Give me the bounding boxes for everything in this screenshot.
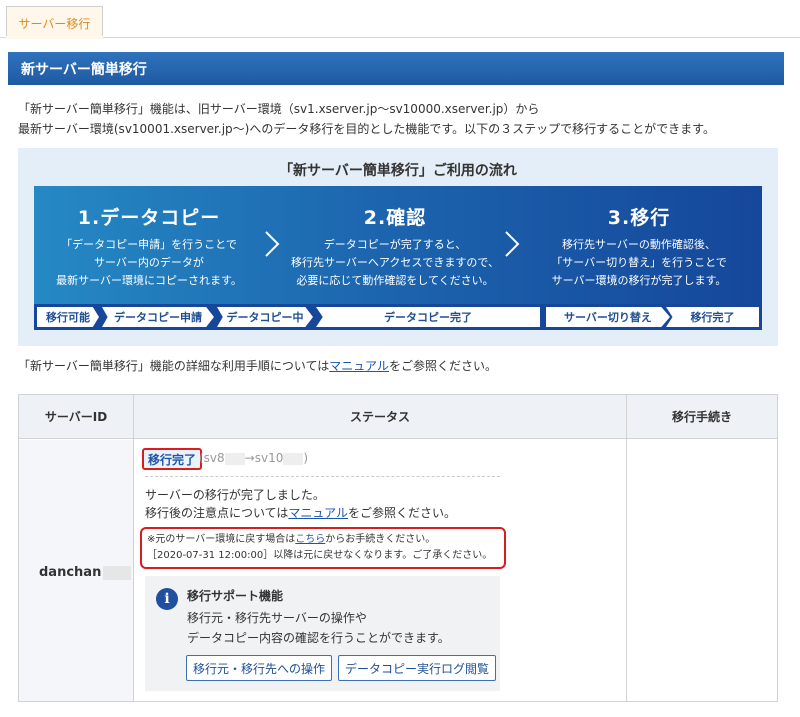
route-from: (sv8 [199,451,225,465]
step-title: 2.確認 [363,207,427,229]
tab-bar: サーバー移行 [0,0,800,39]
route-to: →sv10 [244,451,284,465]
intro-line-2: 最新サーバー環境(sv10001.xserver.jp～)へのデータ移行を目的と… [18,122,715,136]
stage-copy-complete: データコピー完了 [316,307,540,327]
done-line-2-prefix: 移行後の注意点については [145,506,289,520]
notice-suffix: からお手続きください。 [325,534,436,545]
page-title: 新サーバー簡単移行 [8,52,784,85]
migration-complete-message: サーバーの移行が完了しました。 移行後の注意点についてはマニュアルをご参照くださ… [145,486,456,522]
flow-title: 「新サーバー簡単移行」ご利用の流れ [279,163,517,179]
step-desc-line: サーバー環境の移行が完了します。 [551,274,727,287]
done-line-1: サーバーの移行が完了しました。 [145,488,325,502]
manual-link-notes[interactable]: マニュアル [288,506,348,520]
step-title: 3.移行 [607,207,671,229]
step-desc-line: 最新サーバー環境にコピーされます。 [56,274,242,287]
tab-label: サーバー移行 [18,16,91,31]
tab-server-migration[interactable]: サーバー移行 [6,6,103,39]
step-desc-line: 「データコピー申請」を行うことで [61,238,237,251]
info-icon: i [156,588,178,610]
revert-link[interactable]: こちら [295,534,325,545]
manual-suffix: をご参照ください。 [388,359,497,373]
support-title: 移行サポート機能 [187,589,284,603]
intro-line-1: 「新サーバー簡単移行」機能は、旧サーバー環境（sv1.xserver.jp～sv… [18,102,540,116]
notice-line-2: ［2020-07-31 12:00:00］以降は元に戻せなくなります。ご了承くだ… [147,550,493,561]
server-id: danchan [39,565,132,580]
done-line-2: 移行後の注意点についてはマニュアルをご参照ください。 [145,504,456,522]
notice-prefix: ※元のサーバー環境に戻す場合は [147,534,296,545]
migration-table: サーバーID ステータス 移行手続き danchan 移行完了 (sv8 →sv1… [18,394,778,702]
stage-copying: データコピー中 [217,307,313,327]
step-desc-line: 必要に応じて動作確認をしてください。 [296,274,494,287]
step-desc-line: 「サーバー切り替え」を行うことで [551,256,727,269]
header-procedure: 移行手続き [627,395,777,439]
step-desc-line: 移行先サーバーの動作確認後、 [562,238,716,251]
stage-server-switch: サーバー切り替え [546,307,670,327]
tab-active-indicator [6,36,103,39]
column-divider [626,395,627,701]
flow-stage-bar: 移行可能 データコピー申請 データコピー中 データコピー完了 サーバー切り替え … [34,304,762,330]
flow-step-1: 1.データコピー 「データコピー申請」を行うことで サーバー内のデータが 最新サ… [34,186,264,290]
server-id-text: danchan [39,565,102,580]
header-server-id: サーバーID [19,395,133,439]
divider [145,476,500,477]
step-desc-line: 移行先サーバーへアクセスできますので、 [291,256,499,269]
support-desc-line-1: 移行元・移行先サーバーの操作や [187,611,367,625]
revert-notice: ※元のサーバー環境に戻す場合はこちらからお手続きください。 ［2020-07-3… [140,527,506,569]
flow-step-3: 3.移行 移行先サーバーの動作確認後、 「サーバー切り替え」を行うことで サーバ… [524,186,754,290]
step-desc-line: データコピーが完了すると、 [323,238,467,251]
page-title-text: 新サーバー簡単移行 [21,61,147,78]
status-badge: 移行完了 [142,448,203,470]
flow-step-2: 2.確認 データコピーが完了すると、 移行先サーバーへアクセスできますので、 必… [280,186,510,290]
migration-support-panel: i 移行サポート機能 移行元・移行先サーバーの操作や データコピー内容の確認を行… [145,576,500,691]
source-dest-operation-button[interactable]: 移行元・移行先への操作 [186,655,332,681]
step-desc: 移行先サーバーの動作確認後、 「サーバー切り替え」を行うことで サーバー環境の移… [524,236,754,290]
header-status: ステータス [134,395,626,439]
step-title: 1.データコピー [77,207,221,229]
flow-steps-panel: 1.データコピー 「データコピー申請」を行うことで サーバー内のデータが 最新サ… [34,186,762,304]
chevron-right-icon [505,231,520,257]
manual-link[interactable]: マニュアル [329,359,389,373]
intro-text: 「新サーバー簡単移行」機能は、旧サーバー環境（sv1.xserver.jp～sv… [18,99,788,139]
manual-prefix: 「新サーバー簡単移行」機能の詳細な利用手順については [18,359,330,373]
redacted-mask [224,452,245,465]
stage-migratable: 移行可能 [37,307,99,327]
done-line-2-suffix: をご参照ください。 [348,506,457,520]
manual-guide-text: 「新サーバー簡単移行」機能の詳細な利用手順についてはマニュアルをご参照ください。 [18,357,497,374]
stage-migration-complete: 移行完了 [666,307,759,327]
chevron-right-icon [265,231,280,257]
step-desc-line: サーバー内のデータが [94,256,204,269]
redacted-mask [103,565,132,580]
support-desc-line-2: データコピー内容の確認を行うことができます。 [187,631,450,645]
redacted-mask [283,452,304,465]
step-desc: データコピーが完了すると、 移行先サーバーへアクセスできますので、 必要に応じて… [280,236,510,290]
support-desc: 移行元・移行先サーバーの操作や データコピー内容の確認を行うことができます。 [187,608,450,648]
copy-log-button[interactable]: データコピー実行ログ閲覧 [338,655,496,681]
flow-diagram: 「新サーバー簡単移行」ご利用の流れ 1.データコピー 「データコピー申請」を行う… [18,148,778,346]
notice-line-1: ※元のサーバー環境に戻す場合はこちらからお手続きください。 [147,532,500,548]
server-route: (sv8 →sv10) [199,451,308,465]
stage-copy-request: データコピー申請 [102,307,214,327]
step-desc: 「データコピー申請」を行うことで サーバー内のデータが 最新サーバー環境にコピー… [34,236,264,290]
column-divider [133,395,134,701]
route-end: ) [303,451,309,465]
